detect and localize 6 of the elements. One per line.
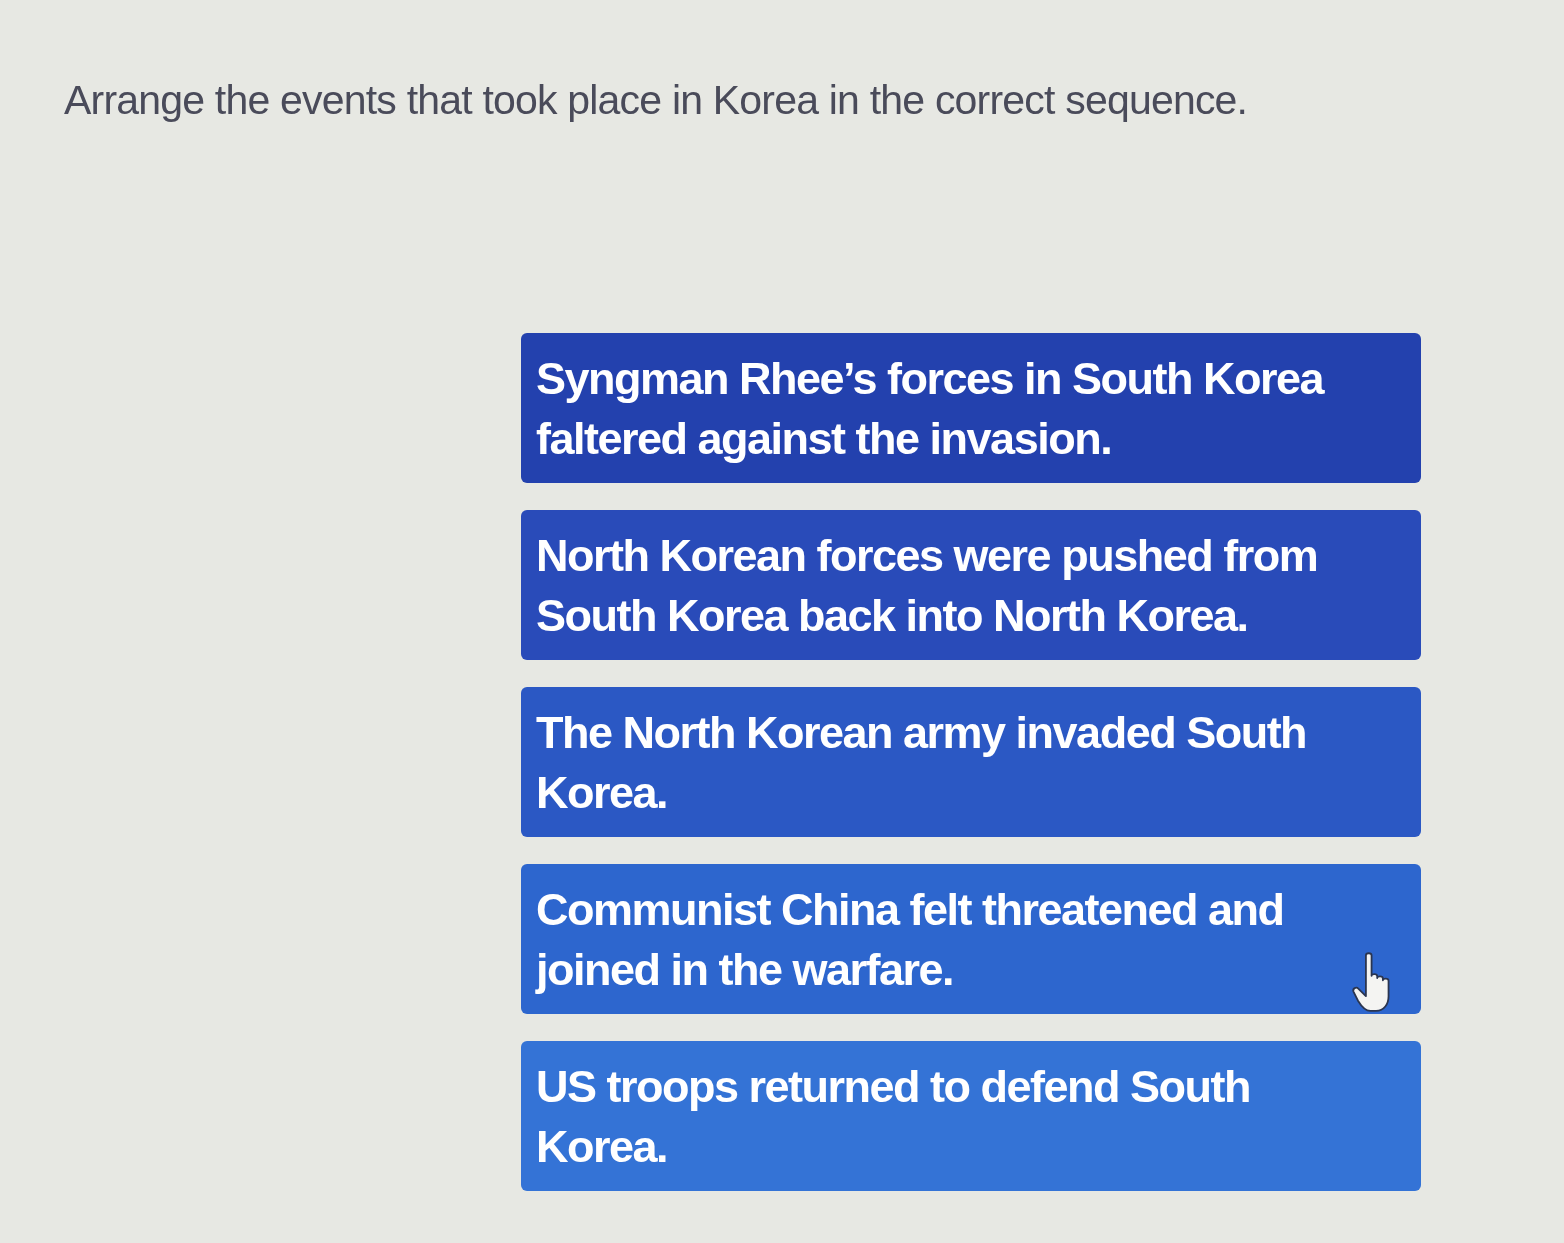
event-card[interactable]: North Korean forces were pushed from South Korea back into North Korea. xyxy=(521,510,1421,660)
event-card[interactable]: The North Korean army invaded South Korea. xyxy=(521,687,1421,837)
event-card[interactable]: Communist China felt threatened and joined in the warfare. xyxy=(521,864,1421,1014)
event-card[interactable]: Syngman Rhee’s forces in South Korea faltered against the invasion. xyxy=(521,333,1421,483)
instruction-text: Arrange the events that took place in Korea in the correct sequence. xyxy=(64,76,1248,124)
event-card[interactable]: US troops returned to defend South Korea. xyxy=(521,1041,1421,1191)
